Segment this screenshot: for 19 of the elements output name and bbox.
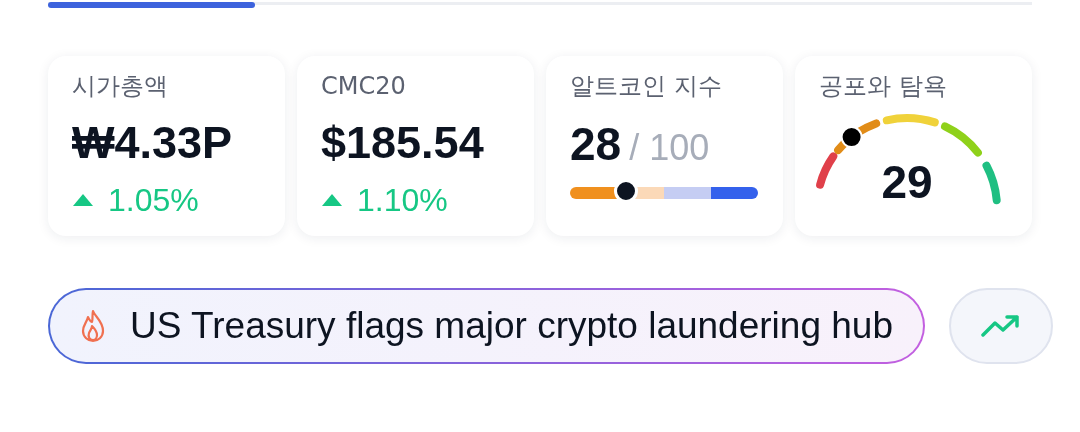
card-title: CMC20	[321, 72, 406, 100]
gauge-needle-dot	[840, 126, 863, 149]
news-pill[interactable]: US Treasury flags major crypto laundering hub	[48, 288, 925, 364]
flame-icon	[80, 309, 106, 343]
card-value: ₩4.33P	[72, 117, 233, 169]
trending-up-icon	[981, 313, 1021, 339]
card-title: 알트코인 지수	[570, 72, 722, 100]
index-bar-segment	[664, 187, 711, 199]
index-scale: / 100	[629, 127, 710, 169]
card-title: 공포와 탐욕	[819, 72, 947, 100]
index-bar-segment	[711, 187, 758, 199]
index-bar-segment	[570, 187, 617, 199]
news-headline: US Treasury flags major crypto laundering hub	[130, 305, 893, 347]
index-value: 28	[570, 117, 622, 171]
change-percent: 1.05%	[108, 181, 199, 219]
gauge-value: 29	[881, 155, 933, 209]
card-value: $185.54	[321, 117, 484, 169]
card-title: 시가총액	[72, 72, 168, 100]
change-percent: 1.10%	[357, 181, 448, 219]
